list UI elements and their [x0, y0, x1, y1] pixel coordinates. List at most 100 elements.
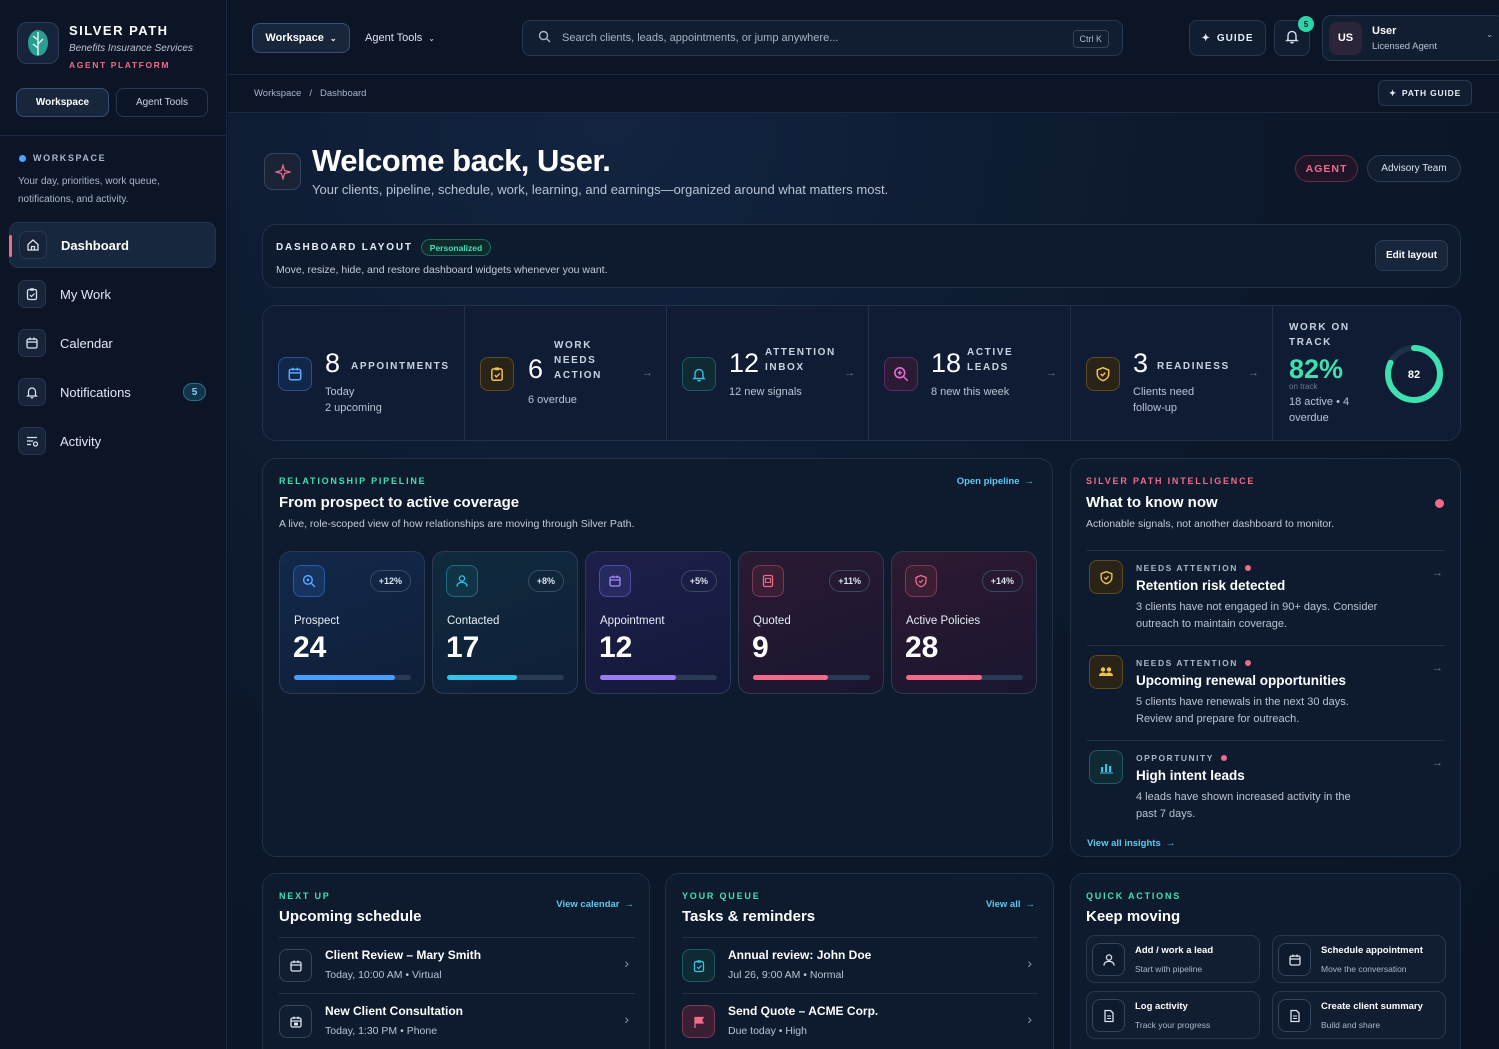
- guide-button[interactable]: ✦ GUIDE: [1189, 20, 1266, 56]
- sparkle-icon: [264, 153, 301, 190]
- sidebar-item-calendar[interactable]: Calendar: [9, 320, 216, 366]
- search-icon: [293, 565, 325, 597]
- home-icon: [19, 231, 47, 259]
- user-menu[interactable]: US User Licensed Agent ⌄: [1322, 15, 1499, 61]
- stage-progress-bar: [447, 675, 564, 680]
- open-pipeline-link[interactable]: Open pipeline →: [957, 476, 1034, 487]
- stat-label: WORK ON TRACK: [1289, 322, 1350, 348]
- stage-progress-fill: [753, 675, 828, 680]
- add-lead-action[interactable]: Add / work a lead Start with pipeline: [1086, 935, 1260, 983]
- clipboard-icon: [18, 280, 46, 308]
- edit-layout-button[interactable]: Edit layout: [1375, 240, 1448, 271]
- quick-action-title: Schedule appointment: [1321, 945, 1423, 956]
- schedule-item-title: New Client Consultation: [325, 1004, 463, 1018]
- agent-tools-dropdown[interactable]: Agent Tools ⌄: [365, 23, 435, 53]
- pipeline-stage-contacted[interactable]: +8% Contacted 17: [432, 551, 578, 694]
- workspace-dropdown[interactable]: Workspace ⌄: [252, 23, 350, 53]
- stage-label: Quoted: [753, 615, 791, 627]
- sidebar-tab-workspace[interactable]: Workspace: [16, 88, 109, 117]
- view-calendar-label: View calendar: [556, 899, 620, 910]
- schedule-panel: NEXT UP Upcoming schedule View calendar →…: [262, 873, 650, 1049]
- stage-count: 12: [599, 631, 633, 664]
- quick-actions-panel: QUICK ACTIONS Keep moving Add / work a l…: [1070, 873, 1461, 1049]
- schedule-item-title: Client Review – Mary Smith: [325, 948, 482, 962]
- arrow-right-icon: →: [844, 367, 855, 379]
- personalized-badge: Personalized: [420, 239, 492, 256]
- sidebar-item-activity[interactable]: Activity: [9, 418, 216, 464]
- insight-high-intent-leads[interactable]: OPPORTUNITY High intent leads 4 leads ha…: [1087, 740, 1445, 830]
- flag-icon: [682, 1005, 715, 1038]
- quick-action-sub: Track your progress: [1135, 1020, 1211, 1030]
- stage-change-badge: +8%: [527, 570, 564, 592]
- insight-description: 5 clients have renewals in the next 30 d…: [1136, 696, 1349, 725]
- stage-change-badge: +14%: [981, 570, 1023, 592]
- alert-dot: [1220, 755, 1227, 761]
- pipeline-description: A live, role-scoped view of how relation…: [279, 518, 635, 530]
- stat-attention-inbox[interactable]: 12 ATTENTION INBOX 12 new signals →: [667, 306, 869, 440]
- stat-work-needs-action[interactable]: 6 WORK NEEDS ACTION 6 overdue →: [465, 306, 667, 440]
- stat-active-leads[interactable]: 18 ACTIVE LEADS 8 new this week →: [869, 306, 1071, 440]
- quick-actions-title: Keep moving: [1086, 908, 1181, 925]
- pipeline-stage-active-policies[interactable]: +14% Active Policies 28: [891, 551, 1037, 694]
- intelligence-kicker: SILVER PATH INTELLIGENCE: [1086, 476, 1256, 486]
- pipeline-stage-quoted[interactable]: +11% Quoted 9: [738, 551, 884, 694]
- stat-value: 3: [1133, 348, 1149, 378]
- chevron-right-icon: ›: [1027, 1011, 1032, 1027]
- schedule-appointment-action[interactable]: Schedule appointment Move the conversati…: [1272, 935, 1446, 983]
- arrow-right-icon: →: [1165, 838, 1176, 849]
- view-all-insights-link[interactable]: View all insights →: [1087, 838, 1175, 849]
- task-item[interactable]: Annual review: John Doe Jul 26, 9:00 AM …: [682, 937, 1038, 993]
- breadcrumb-bar: Workspace / Dashboard ✦ PATH GUIDE: [228, 75, 1499, 113]
- arrow-right-icon: →: [1248, 367, 1259, 379]
- sidebar-item-label: My Work: [60, 286, 112, 302]
- task-item[interactable]: Send Quote – ACME Corp. Due today • High…: [682, 993, 1038, 1049]
- stat-readiness[interactable]: 3 READINESS Clients need follow-up →: [1071, 306, 1273, 440]
- schedule-item[interactable]: New Client Consultation Today, 1:30 PM •…: [279, 993, 635, 1049]
- stat-label: READINESS: [1157, 361, 1230, 372]
- sidebar-item-label: Notifications: [60, 384, 131, 400]
- pipeline-stage-appointment[interactable]: +5% Appointment 12: [585, 551, 731, 694]
- stat-label: APPOINTMENTS: [351, 361, 450, 372]
- global-search-input[interactable]: Search clients, leads, appointments, or …: [522, 20, 1123, 56]
- pipeline-stage-prospect[interactable]: +12% Prospect 24: [279, 551, 425, 694]
- brand: SILVER PATH Benefits Insurance Services …: [17, 22, 193, 70]
- arrow-right-icon: →: [1024, 476, 1035, 487]
- chevron-right-icon: ›: [624, 1011, 629, 1027]
- view-calendar-link[interactable]: View calendar →: [556, 899, 634, 910]
- arrow-right-icon: →: [1432, 567, 1443, 579]
- sidebar-tab-agent-tools[interactable]: Agent Tools: [116, 88, 208, 117]
- sidebar-nav: Dashboard My Work Calendar Notifications…: [9, 222, 216, 467]
- alert-dot: [1244, 660, 1251, 666]
- insight-retention-risk[interactable]: NEEDS ATTENTION Retention risk detected …: [1087, 550, 1445, 645]
- breadcrumb-workspace[interactable]: Workspace: [254, 88, 301, 99]
- stat-value: 12: [729, 348, 760, 378]
- chevron-right-icon: ›: [624, 955, 629, 971]
- stage-change-badge: +11%: [829, 570, 870, 592]
- document-icon: [1278, 999, 1311, 1032]
- sidebar-item-dashboard[interactable]: Dashboard: [9, 222, 216, 268]
- schedule-item[interactable]: Client Review – Mary Smith Today, 10:00 …: [279, 937, 635, 993]
- stage-count: 24: [293, 631, 327, 664]
- log-activity-action[interactable]: Log activity Track your progress: [1086, 991, 1260, 1039]
- sidebar-item-notifications[interactable]: Notifications 5: [9, 369, 216, 415]
- stat-appointments[interactable]: 8 APPOINTMENTS Today 2 upcoming: [263, 306, 465, 440]
- brand-platform: AGENT PLATFORM: [69, 60, 171, 70]
- quick-action-sub: Start with pipeline: [1135, 964, 1203, 974]
- schedule-item-meta: Today, 10:00 AM • Virtual: [325, 969, 442, 981]
- sidebar-item-label: Dashboard: [61, 237, 129, 253]
- stat-work-on-track[interactable]: WORK ON TRACK 82% on track 18 active • 4…: [1273, 306, 1460, 440]
- notifications-button[interactable]: 5: [1274, 16, 1314, 56]
- workspace-dropdown-label: Workspace: [265, 32, 324, 44]
- shield-icon: [905, 565, 937, 597]
- sidebar-item-my-work[interactable]: My Work: [9, 271, 216, 317]
- stat-value: 18: [931, 348, 962, 378]
- arrow-right-icon: →: [1432, 757, 1443, 769]
- create-client-summary-action[interactable]: Create client summary Build and share: [1272, 991, 1446, 1039]
- insight-renewal-opportunities[interactable]: NEEDS ATTENTION Upcoming renewal opportu…: [1087, 645, 1445, 740]
- stage-progress-fill: [600, 675, 677, 680]
- view-all-tasks-link[interactable]: View all →: [986, 899, 1035, 910]
- brand-name: SILVER PATH: [69, 23, 169, 38]
- clipboard-icon: [480, 357, 514, 391]
- chevron-down-icon: ⌄: [428, 33, 435, 43]
- path-guide-button[interactable]: ✦ PATH GUIDE: [1378, 80, 1472, 106]
